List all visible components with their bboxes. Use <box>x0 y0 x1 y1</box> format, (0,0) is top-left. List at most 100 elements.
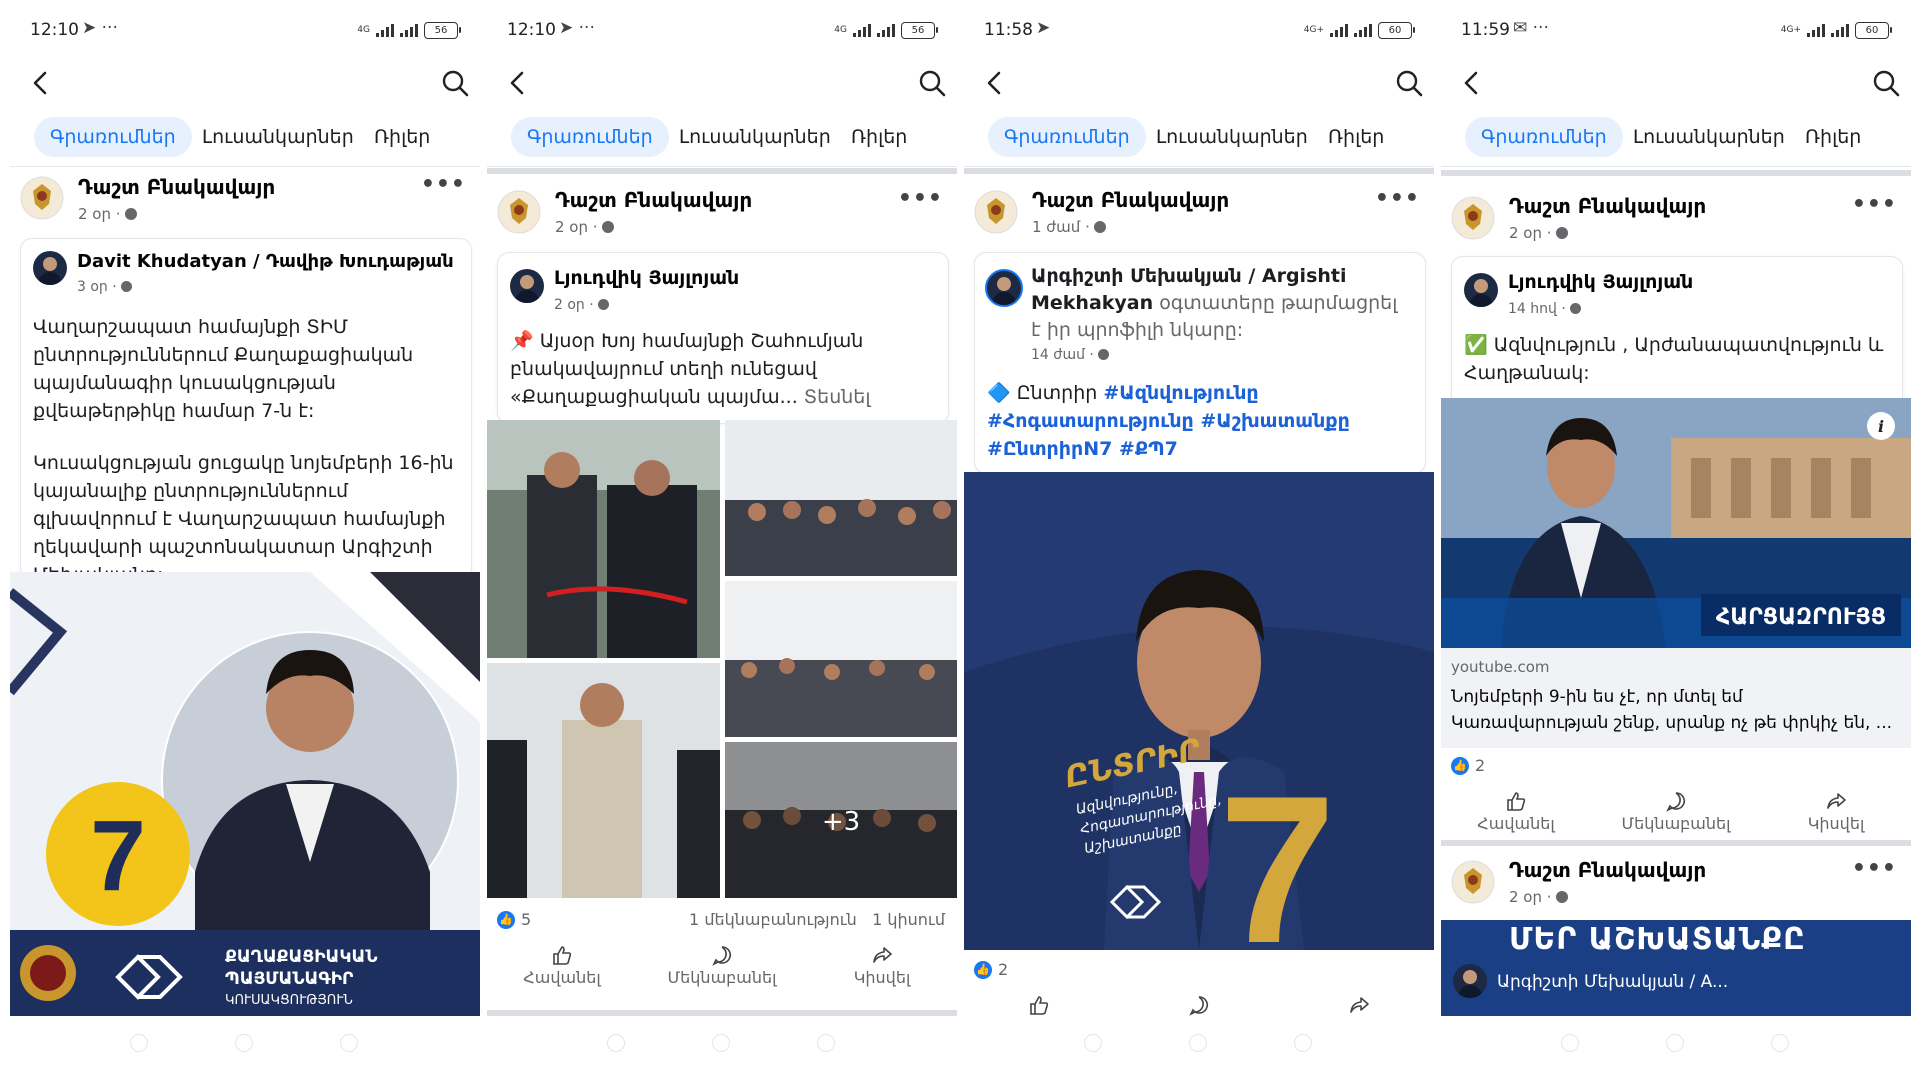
screen-3: 11:58 ➤ 4G+ 60 Գրառումներ Լուսանկարներ Ռ… <box>964 0 1434 1016</box>
page-avatar[interactable] <box>1451 860 1495 904</box>
more-icon[interactable]: ••• <box>1375 186 1420 211</box>
share-button[interactable]: Կիսվել <box>807 944 957 987</box>
author-avatar[interactable] <box>985 269 1023 307</box>
author-avatar[interactable] <box>1464 273 1498 307</box>
tab-posts[interactable]: Գրառումներ <box>988 117 1146 157</box>
status-bar: 12:10 ➤ ··· 4G 56 <box>10 0 480 60</box>
share-button[interactable] <box>1284 994 1434 1016</box>
post-image[interactable]: 7 ՔԱՂԱՔԱՑԻԱԿԱՆ ՊԱՅՄԱՆԱԳԻՐ ԿՈՒՍԱԿՑՈՒԹՅՈՒՆ <box>10 572 480 1016</box>
hashtag[interactable]: #ԸնտրիրN7 #ՔՊ7 <box>987 438 1178 460</box>
more-photos-count[interactable]: +3 <box>822 807 860 837</box>
signal-icon <box>1354 24 1372 37</box>
banner-line-2: ՊԱՅՄԱՆԱԳԻՐ <box>225 969 354 989</box>
shared-post[interactable]: Արգիշտի Մեխակյան / Argishti Mekhakyan օգ… <box>974 252 1426 474</box>
status-bar: 11:58 ➤ 4G+ 60 <box>964 0 1434 60</box>
reactions[interactable]: 👍 2 <box>1451 756 1485 775</box>
tab-photos[interactable]: Լուսանկարներ <box>1156 117 1308 157</box>
like-button[interactable]: Հավանել <box>1441 790 1591 833</box>
tab-reels[interactable]: Ռիլեր <box>1328 117 1384 157</box>
search-icon[interactable] <box>1871 68 1901 98</box>
more-icon[interactable]: ••• <box>421 172 466 197</box>
author-avatar[interactable] <box>510 269 544 303</box>
page-avatar[interactable] <box>20 176 64 220</box>
photo-4 <box>487 663 720 898</box>
post-image[interactable]: ՄԵՐ ԱՇԽԱՏԱՆՔԸ Արգիշտի Մեխակյան / A... <box>1441 920 1911 1016</box>
status-icons: ➤ <box>1036 18 1051 38</box>
comment-icon <box>712 946 731 966</box>
shared-time: 14 ժամ · <box>1031 347 1109 363</box>
system-nav <box>1441 1026 1911 1056</box>
page-avatar[interactable] <box>1451 196 1495 240</box>
hashtag[interactable]: #Ազնվությունը <box>1103 382 1258 404</box>
hashtag[interactable]: #Հոգատարությունը #Աշխատանքը <box>987 410 1350 432</box>
back-icon[interactable] <box>503 68 533 98</box>
video-banner: ՀԱՐՑԱԶՐՈՒՅՑ <box>1716 605 1886 630</box>
like-icon <box>1030 996 1049 1015</box>
post-image[interactable]: 7 ԸՆՏՐԻՐ Ազնվությունը, Հոգատարությունը, … <box>964 472 1434 950</box>
comment-button[interactable]: Մեկնաբանել <box>647 944 797 987</box>
tab-posts[interactable]: Գրառումներ <box>1465 117 1623 157</box>
shared-author[interactable]: Լյուդվիկ Յայլոյան <box>1508 271 1693 293</box>
shared-post[interactable]: Davit Khudatyan / Դավիթ Խուդաթյան 3 օր ·… <box>20 238 472 580</box>
shared-time: 3 օր · <box>77 279 132 295</box>
comment-button[interactable] <box>1124 994 1274 1016</box>
page-name[interactable]: Դաշտ Բնակավայր <box>1509 858 1706 882</box>
more-icon[interactable]: ••• <box>898 186 943 211</box>
signal-icon <box>1330 24 1348 37</box>
like-button[interactable]: Հավանել <box>487 944 637 987</box>
ballot-number: 7 <box>1219 752 1336 950</box>
shared-author[interactable]: Davit Khudatyan / Դավիթ Խուդաթյան <box>77 251 454 272</box>
link-preview[interactable]: youtube.com Նոյեմբերի 9-ին ես չէ, որ մտե… <box>1441 648 1911 748</box>
tab-photos[interactable]: Լուսանկարներ <box>202 117 354 157</box>
shared-author[interactable]: Լյուդվիկ Յայլոյան <box>554 267 739 289</box>
more-icon[interactable]: ••• <box>1852 192 1897 217</box>
status-icons: ✉ ··· <box>1513 18 1549 38</box>
network-label: 4G+ <box>1780 25 1801 35</box>
page-name[interactable]: Դաշտ Բնակավայր <box>1032 188 1229 212</box>
back-icon[interactable] <box>26 68 56 98</box>
author-avatar[interactable] <box>33 251 67 285</box>
signal-icon <box>877 24 895 37</box>
tab-photos[interactable]: Լուսանկարներ <box>679 117 831 157</box>
page-name[interactable]: Դաշտ Բնակավայր <box>1509 194 1706 218</box>
back-icon[interactable] <box>1457 68 1487 98</box>
tab-bar: Գրառումներ Լուսանկարներ Ռիլեր <box>487 110 957 167</box>
status-icons: ➤ ··· <box>559 18 595 38</box>
tab-posts[interactable]: Գրառումներ <box>34 117 192 157</box>
tab-reels[interactable]: Ռիլեր <box>851 117 907 157</box>
page-name[interactable]: Դաշտ Բնակավայր <box>78 175 275 199</box>
back-icon[interactable] <box>980 68 1010 98</box>
shared-post[interactable]: Լյուդվիկ Յայլոյան 2 օր · 📌 Այսօր Խոյ համ… <box>497 252 949 424</box>
globe-icon <box>1097 349 1109 360</box>
network-label: 4G <box>834 25 847 35</box>
shared-post[interactable]: Լյուդվիկ Յայլոյան 14 հով · ✅ Ազնվություն… <box>1451 256 1903 408</box>
video-thumbnail[interactable]: ՀԱՐՑԱԶՐՈՒՅՑ i <box>1441 398 1911 648</box>
page-avatar[interactable] <box>974 190 1018 234</box>
page-avatar[interactable] <box>497 190 541 234</box>
photo-1 <box>487 420 720 658</box>
share-icon <box>873 947 892 963</box>
reactions[interactable]: 👍 5 <box>497 910 531 929</box>
top-navbar <box>10 60 480 106</box>
share-button[interactable]: Կիսվել <box>1761 790 1911 833</box>
top-navbar <box>487 60 957 106</box>
info-icon[interactable]: i <box>1878 417 1884 436</box>
author-avatar[interactable] <box>1453 964 1487 998</box>
more-icon[interactable]: ••• <box>1852 856 1897 881</box>
status-bar: 12:10 ➤ ··· 4G 56 <box>487 0 957 60</box>
tab-posts[interactable]: Գրառումներ <box>511 117 669 157</box>
page-name[interactable]: Դաշտ Բնակավայր <box>555 188 752 212</box>
tab-reels[interactable]: Ռիլեր <box>1805 117 1861 157</box>
tab-reels[interactable]: Ռիլեր <box>374 117 430 157</box>
tab-photos[interactable]: Լուսանկարներ <box>1633 117 1785 157</box>
status-time: 12:10 <box>507 20 556 40</box>
like-button[interactable] <box>964 994 1114 1016</box>
reactions[interactable]: 👍 2 <box>974 960 1008 979</box>
comment-button[interactable]: Մեկնաբանել <box>1601 790 1751 833</box>
like-icon: 👍 <box>974 960 992 979</box>
engagement-counts[interactable]: 1 մեկնաբանություն 1 կիսում <box>689 910 945 929</box>
search-icon[interactable] <box>440 68 470 98</box>
search-icon[interactable] <box>1394 68 1424 98</box>
post-text: 📌 Այսօր Խոյ համայնքի Շահումյան բնակավայր… <box>510 327 936 411</box>
search-icon[interactable] <box>917 68 947 98</box>
